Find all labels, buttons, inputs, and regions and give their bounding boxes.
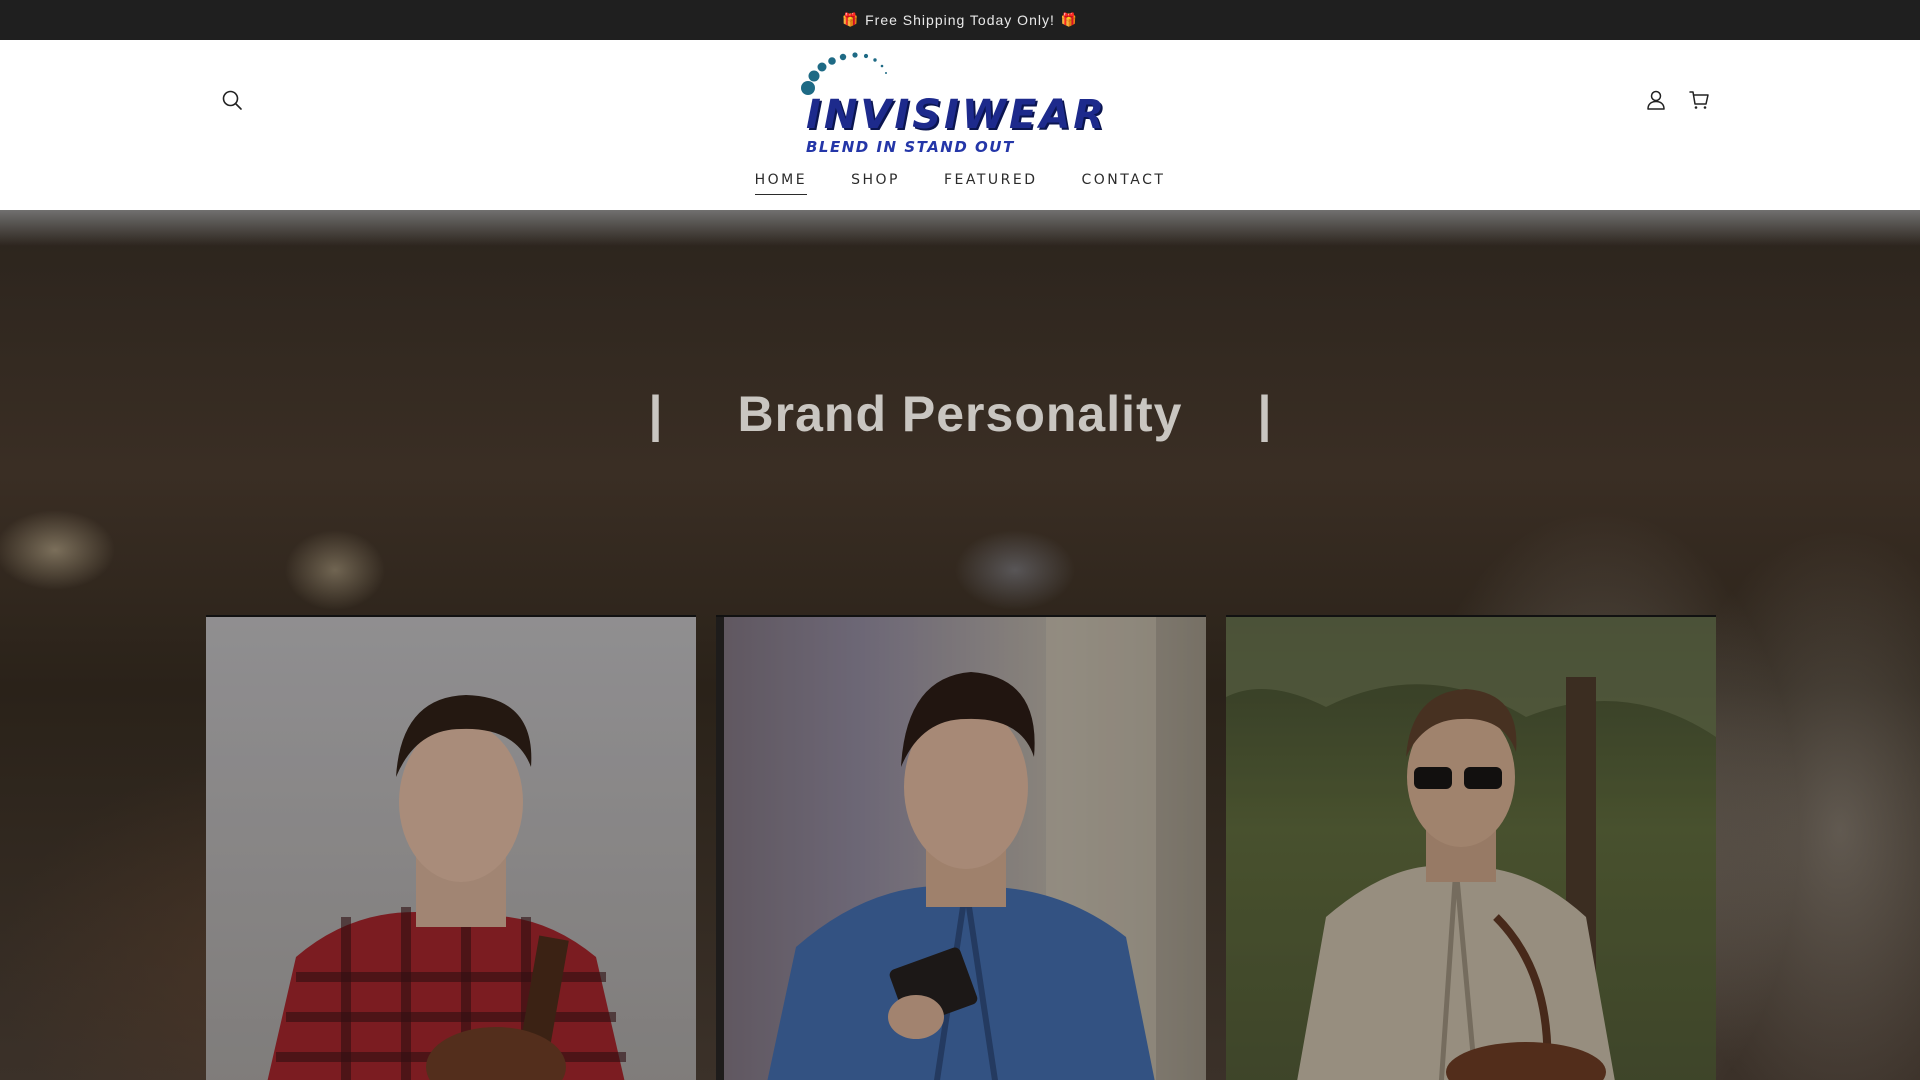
logo[interactable]: INVISIWEAR BLEND IN STAND OUT [800, 50, 1120, 156]
account-button[interactable] [1640, 84, 1672, 116]
hero-photo-grid [206, 615, 1716, 1080]
nav-home[interactable]: HOME [754, 172, 808, 195]
nav-contact[interactable]: CONTACT [1082, 172, 1166, 195]
title-divider-left: | [648, 386, 663, 442]
logo-wordmark: INVISIWEAR [806, 92, 1108, 138]
cart-button[interactable] [1683, 84, 1715, 116]
photo-overlay [206, 617, 696, 1080]
gift-icon: 🎁 [841, 12, 860, 27]
hero-top-shadow [0, 210, 1920, 246]
cart-icon [1689, 91, 1709, 109]
hero-banner: | Brand Personality | [0, 210, 1920, 1080]
search-icon [222, 90, 242, 110]
photo-denim-jacket-wallet [716, 615, 1206, 1080]
photo-overlay [716, 617, 1206, 1080]
gift-icon: 🎁 [1060, 12, 1079, 27]
hero-title-text: Brand Personality [737, 386, 1183, 442]
hero-title: | Brand Personality | [0, 385, 1920, 443]
nav-featured[interactable]: FEATURED [944, 172, 1038, 195]
announcement-bar: 🎁 Free Shipping Today Only! 🎁 [0, 0, 1920, 40]
logo-tagline: BLEND IN STAND OUT [806, 138, 1015, 156]
announcement-text: Free Shipping Today Only! [865, 12, 1055, 28]
title-divider-right: | [1257, 386, 1272, 442]
photo-khaki-jacket-sunglasses [1226, 615, 1716, 1080]
user-icon [1647, 90, 1665, 110]
search-button[interactable] [216, 84, 248, 116]
site-header: INVISIWEAR BLEND IN STAND OUT HOME SHOP … [0, 40, 1920, 210]
main-nav: HOME SHOP FEATURED CONTACT [0, 172, 1920, 195]
photo-red-plaid-shirt [206, 615, 696, 1080]
nav-shop[interactable]: SHOP [851, 172, 900, 195]
photo-overlay [1226, 617, 1716, 1080]
